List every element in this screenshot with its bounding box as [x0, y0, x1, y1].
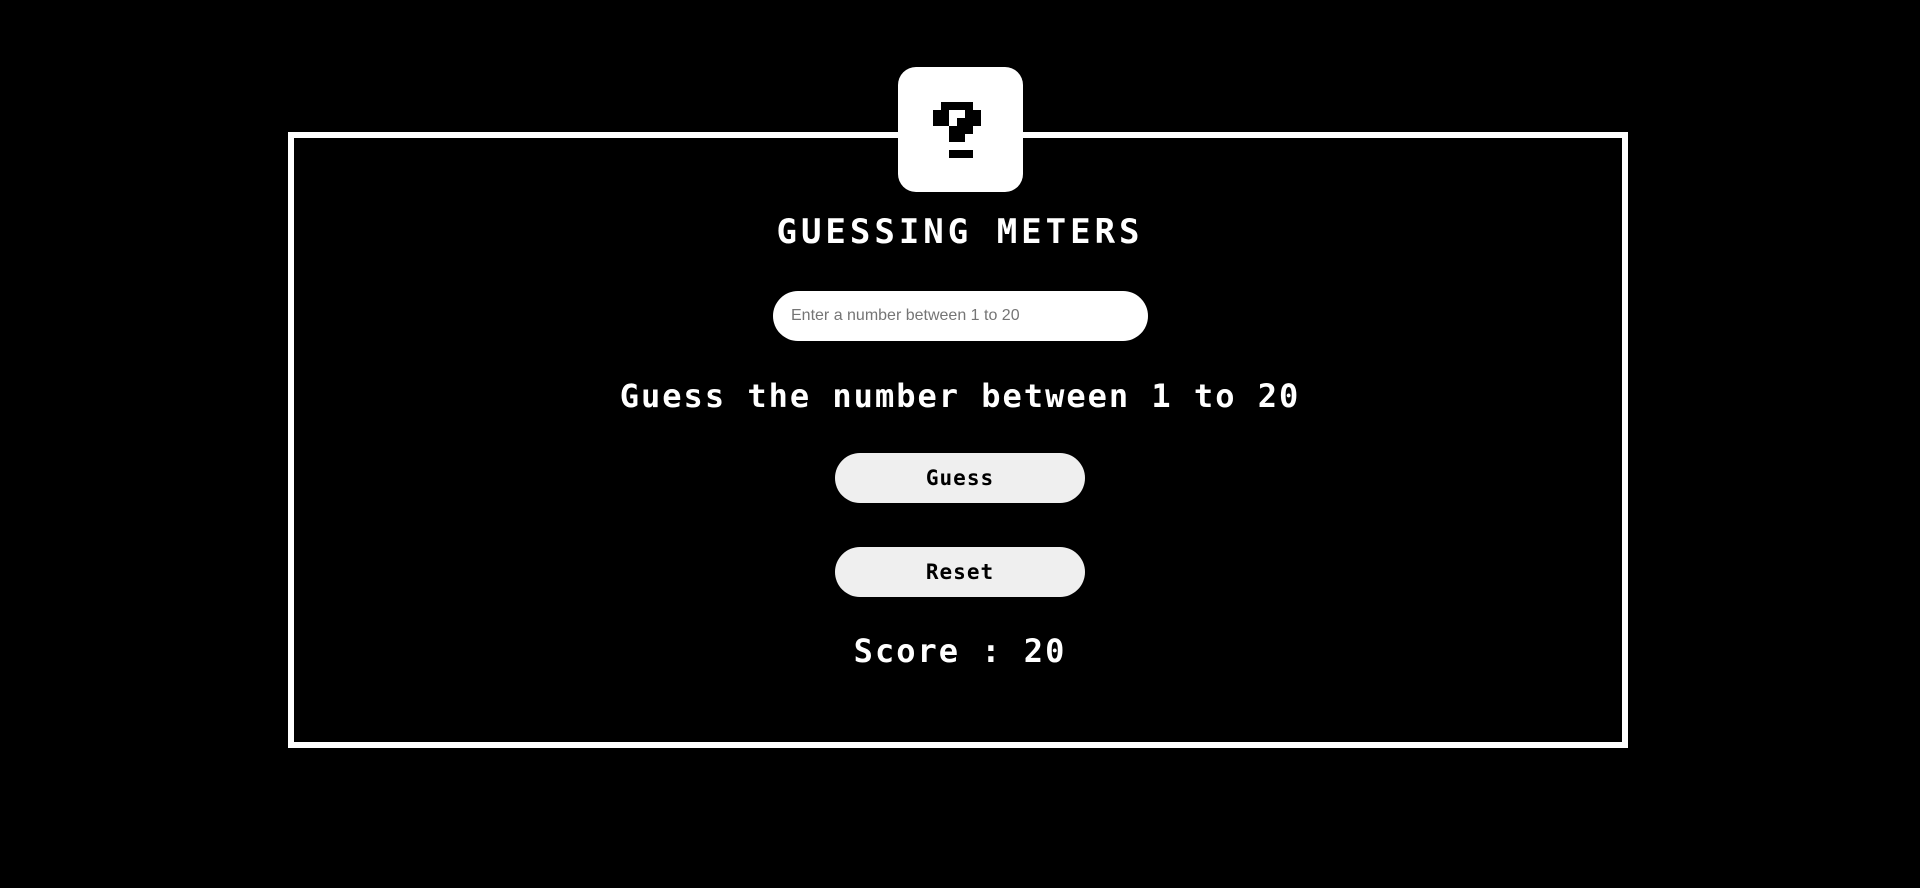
mystery-number-box: [898, 67, 1023, 192]
reset-button[interactable]: Reset: [835, 547, 1085, 597]
guess-button[interactable]: Guess: [835, 453, 1085, 503]
hint-message: Guess the number between 1 to 20: [619, 377, 1301, 415]
game-stage: GUESSING METERS Guess the number between…: [0, 0, 1920, 888]
game-title: GUESSING METERS: [776, 212, 1144, 252]
score-display: Score : 20: [853, 632, 1067, 670]
question-mark-icon: [932, 101, 981, 158]
guess-number-input[interactable]: [773, 291, 1148, 341]
